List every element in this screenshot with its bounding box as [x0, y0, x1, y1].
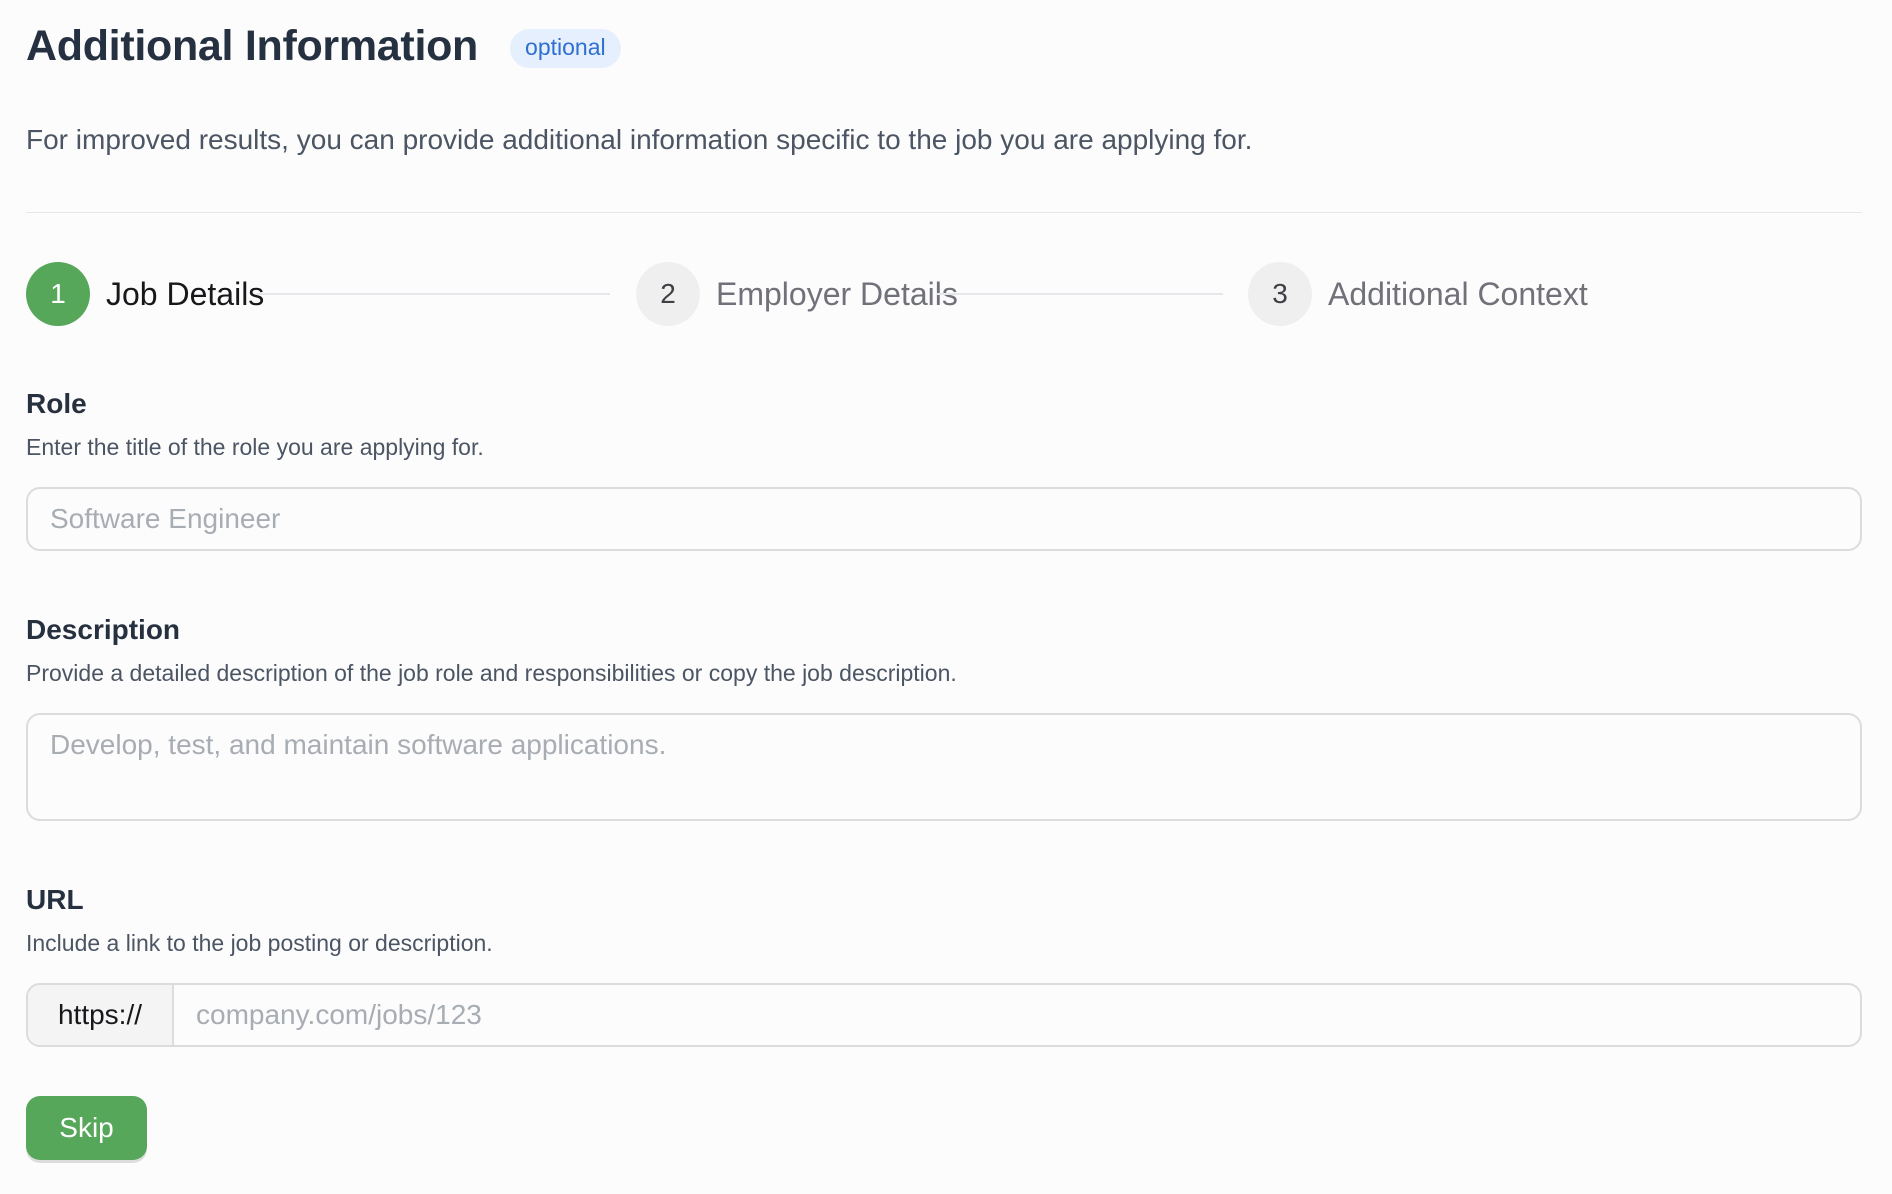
stepper: 1 Job Details 2 Employer Details 3 Addit…: [26, 262, 1862, 326]
skip-button[interactable]: Skip: [26, 1096, 147, 1160]
intro-text: For improved results, you can provide ad…: [26, 124, 1253, 155]
step-number: 3: [1248, 262, 1312, 326]
page-header: Additional Information optional: [26, 22, 621, 71]
step-employer-details[interactable]: 2 Employer Details: [636, 262, 958, 326]
divider: [26, 212, 1862, 213]
role-placeholder: Software Engineer: [50, 503, 281, 534]
description-help-text: Provide a detailed description of the jo…: [26, 660, 957, 686]
optional-badge: optional: [510, 29, 621, 68]
role-input[interactable]: Software Engineer: [26, 487, 1862, 551]
step-label: Additional Context: [1328, 275, 1588, 312]
step-job-details[interactable]: 1 Job Details: [26, 262, 264, 326]
url-input-group: https:// company.com/jobs/123: [26, 983, 1862, 1047]
url-help-text: Include a link to the job posting or des…: [26, 930, 493, 956]
additional-information-page: Additional Information optional For impr…: [0, 0, 1892, 1194]
description-textarea[interactable]: Develop, test, and maintain software app…: [26, 713, 1862, 821]
page-title: Additional Information: [26, 22, 479, 70]
role-help-text: Enter the title of the role you are appl…: [26, 434, 484, 460]
step-label: Employer Details: [716, 275, 958, 312]
url-input[interactable]: company.com/jobs/123: [174, 985, 1860, 1045]
step-additional-context[interactable]: 3 Additional Context: [1248, 262, 1588, 326]
step-connector: [256, 293, 610, 295]
step-label: Job Details: [106, 275, 265, 312]
url-placeholder: company.com/jobs/123: [196, 999, 482, 1030]
url-label: URL: [26, 884, 84, 915]
description-label: Description: [26, 614, 181, 645]
description-field: Description Provide a detailed descripti…: [26, 614, 1862, 821]
url-prefix: https://: [28, 985, 174, 1045]
role-field: Role Enter the title of the role you are…: [26, 388, 1862, 551]
step-number: 1: [26, 262, 90, 326]
role-label: Role: [26, 388, 87, 419]
step-number: 2: [636, 262, 700, 326]
url-field: URL Include a link to the job posting or…: [26, 884, 1862, 1047]
description-placeholder: Develop, test, and maintain software app…: [50, 729, 667, 760]
step-connector: [937, 293, 1223, 295]
